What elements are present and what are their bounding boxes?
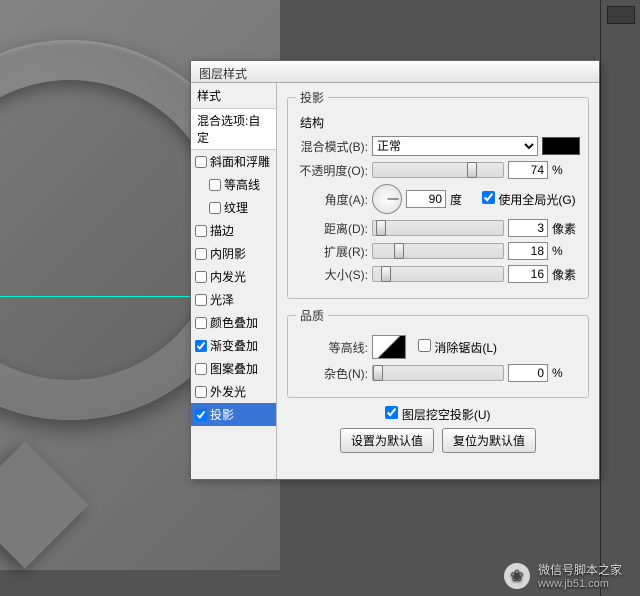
- style-item-label: 描边: [210, 222, 234, 239]
- style-checkbox[interactable]: [209, 179, 221, 191]
- style-checkbox[interactable]: [195, 363, 207, 375]
- layer-style-dialog: 图层样式 样式 混合选项:自定 斜面和浮雕等高线纹理描边内阴影内发光光泽颜色叠加…: [190, 60, 600, 480]
- opacity-input[interactable]: [508, 161, 548, 179]
- noise-label: 杂色(N):: [296, 365, 368, 382]
- size-slider[interactable]: [372, 266, 504, 282]
- shadow-color-swatch[interactable]: [542, 137, 580, 155]
- panel-toggle-button[interactable]: [607, 6, 635, 24]
- style-item-label: 内发光: [210, 268, 246, 285]
- style-item-投影[interactable]: 投影: [191, 403, 276, 426]
- style-checkbox[interactable]: [195, 340, 207, 352]
- style-checkbox[interactable]: [195, 409, 207, 421]
- knockout-checkbox[interactable]: 图层挖空投影(U): [385, 406, 490, 423]
- style-item-颜色叠加[interactable]: 颜色叠加: [191, 311, 276, 334]
- watermark: ❀ 微信号脚本之家 www.jb51.com: [504, 561, 622, 590]
- distance-slider[interactable]: [372, 220, 504, 236]
- spread-input[interactable]: [508, 242, 548, 260]
- quality-group: 品质 等高线: 消除锯齿(L) 杂色(N): %: [287, 307, 589, 398]
- spread-slider[interactable]: [372, 243, 504, 259]
- noise-slider[interactable]: [372, 365, 504, 381]
- styles-list: 样式 混合选项:自定 斜面和浮雕等高线纹理描边内阴影内发光光泽颜色叠加渐变叠加图…: [191, 83, 277, 479]
- antialias-checkbox[interactable]: 消除锯齿(L): [418, 339, 497, 356]
- style-checkbox[interactable]: [195, 248, 207, 260]
- shadow-section-title: 投影: [296, 89, 328, 106]
- style-item-label: 斜面和浮雕: [210, 153, 270, 170]
- style-item-内发光[interactable]: 内发光: [191, 265, 276, 288]
- style-checkbox[interactable]: [195, 156, 207, 168]
- style-item-纹理[interactable]: 纹理: [191, 196, 276, 219]
- angle-label: 角度(A):: [296, 191, 368, 208]
- global-light-checkbox[interactable]: 使用全局光(G): [482, 191, 576, 208]
- wechat-icon: ❀: [504, 563, 530, 589]
- style-item-label: 纹理: [224, 199, 248, 216]
- spread-label: 扩展(R):: [296, 243, 368, 260]
- style-item-label: 颜色叠加: [210, 314, 258, 331]
- structure-label: 结构: [300, 114, 580, 131]
- style-checkbox[interactable]: [195, 317, 207, 329]
- angle-input[interactable]: [406, 190, 446, 208]
- make-default-button[interactable]: 设置为默认值: [340, 428, 434, 453]
- structure-group: 投影 结构 混合模式(B): 正常 不透明度(O): % 角度(A):: [287, 89, 589, 299]
- bubble-tail: [0, 441, 89, 568]
- right-panel-dock: [600, 0, 640, 596]
- distance-input[interactable]: [508, 219, 548, 237]
- contour-picker[interactable]: [372, 335, 406, 359]
- style-item-等高线[interactable]: 等高线: [191, 173, 276, 196]
- size-input[interactable]: [508, 265, 548, 283]
- style-checkbox[interactable]: [195, 271, 207, 283]
- style-checkbox[interactable]: [195, 386, 207, 398]
- blending-options-row[interactable]: 混合选项:自定: [191, 109, 276, 150]
- style-item-label: 内阴影: [210, 245, 246, 262]
- style-item-label: 图案叠加: [210, 360, 258, 377]
- style-item-label: 外发光: [210, 383, 246, 400]
- style-item-斜面和浮雕[interactable]: 斜面和浮雕: [191, 150, 276, 173]
- opacity-unit: %: [552, 163, 580, 177]
- style-checkbox[interactable]: [195, 225, 207, 237]
- noise-unit: %: [552, 366, 580, 380]
- reset-default-button[interactable]: 复位为默认值: [442, 428, 536, 453]
- angle-dial[interactable]: [372, 184, 402, 214]
- opacity-slider[interactable]: [372, 162, 504, 178]
- contour-label: 等高线:: [296, 339, 368, 356]
- style-item-图案叠加[interactable]: 图案叠加: [191, 357, 276, 380]
- style-checkbox[interactable]: [195, 294, 207, 306]
- angle-unit: 度: [450, 191, 478, 208]
- size-label: 大小(S):: [296, 266, 368, 283]
- spread-unit: %: [552, 244, 580, 258]
- style-item-外发光[interactable]: 外发光: [191, 380, 276, 403]
- style-item-描边[interactable]: 描边: [191, 219, 276, 242]
- style-item-label: 等高线: [224, 176, 260, 193]
- style-item-光泽[interactable]: 光泽: [191, 288, 276, 311]
- effect-panel: 投影 结构 混合模式(B): 正常 不透明度(O): % 角度(A):: [277, 83, 599, 479]
- style-item-label: 投影: [210, 406, 234, 423]
- opacity-label: 不透明度(O):: [296, 162, 368, 179]
- distance-unit: 像素: [552, 220, 580, 237]
- style-checkbox[interactable]: [209, 202, 221, 214]
- size-unit: 像素: [552, 266, 580, 283]
- style-item-内阴影[interactable]: 内阴影: [191, 242, 276, 265]
- noise-input[interactable]: [508, 364, 548, 382]
- distance-label: 距离(D):: [296, 220, 368, 237]
- blend-mode-label: 混合模式(B):: [296, 138, 368, 155]
- style-item-label: 渐变叠加: [210, 337, 258, 354]
- style-item-渐变叠加[interactable]: 渐变叠加: [191, 334, 276, 357]
- styles-header[interactable]: 样式: [191, 83, 276, 109]
- blend-mode-select[interactable]: 正常: [372, 136, 538, 156]
- quality-label: 品质: [296, 307, 328, 324]
- dialog-titlebar[interactable]: 图层样式: [191, 61, 599, 83]
- style-item-label: 光泽: [210, 291, 234, 308]
